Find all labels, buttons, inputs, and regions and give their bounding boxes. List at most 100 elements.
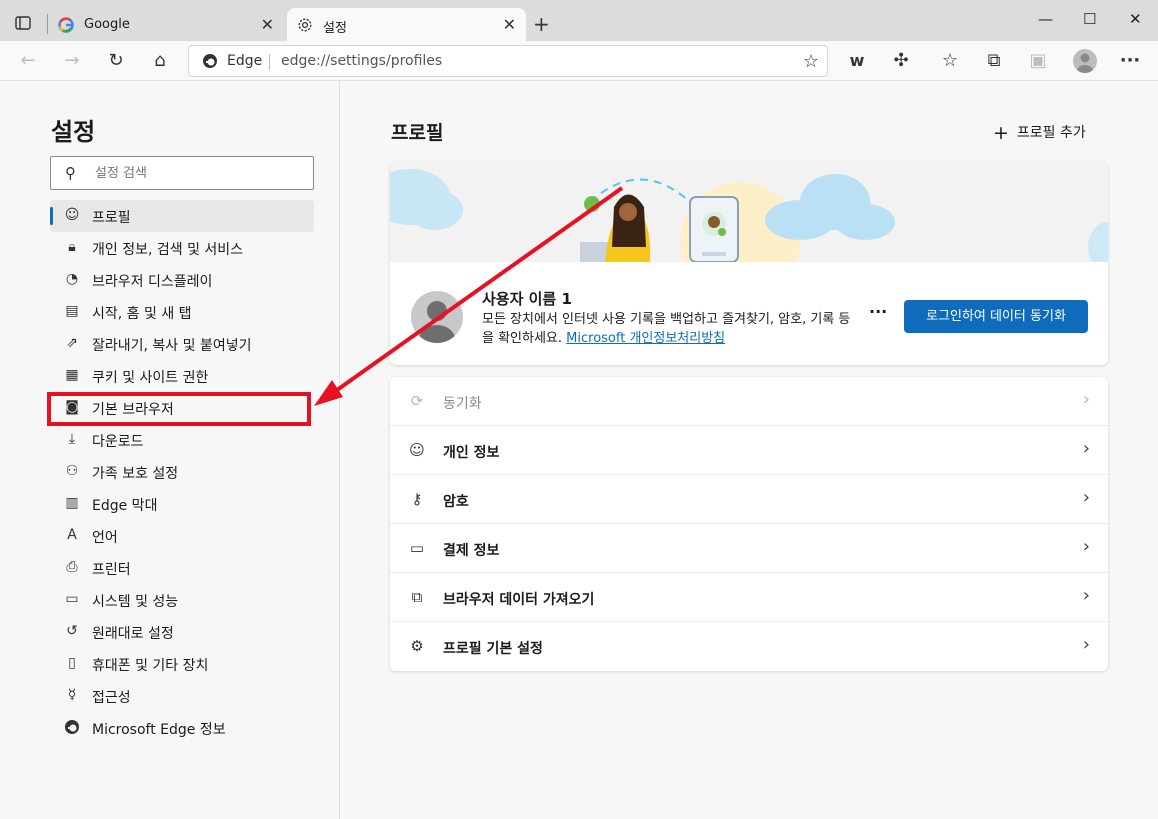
tab-settings[interactable]: 설정 ✕ [287,8,526,41]
profile-banner-illustration [390,162,1108,262]
key-icon: ⚷ [411,490,423,508]
sidebar-item-start[interactable]: ▤ 시작, 홈 및 새 탭 [50,296,314,328]
more-options-icon[interactable]: ··· [869,302,887,321]
edge-logo-icon [64,719,80,735]
chevron-right-icon: › [1082,634,1090,655]
sidebar-item-accessibility[interactable]: ☿ 접근성 [50,680,314,712]
url-text[interactable]: edge://settings/profiles [281,53,442,69]
tab-actions-icon[interactable] [10,12,38,34]
row-label: 브라우저 데이터 가져오기 [443,592,595,608]
profile-sync-icon[interactable]: ▣ [1027,50,1049,72]
page-title: 프로필 [391,122,444,144]
favorites-icon[interactable]: ☆ [939,50,961,72]
sidebar-item-reset[interactable]: ↺ 원래대로 설정 [50,616,314,648]
close-tab-icon[interactable]: ✕ [261,15,274,34]
avatar[interactable] [1073,49,1097,73]
search-input[interactable] [95,163,295,183]
phone-icon: ▯ [68,655,76,671]
profile-avatar [411,291,463,343]
edge-bar-icon: ▥ [65,495,79,511]
sidebar-item-label: Microsoft Edge 정보 [92,722,226,738]
sidebar-item-languages[interactable]: A 언어 [50,520,314,552]
tab-bar: Google ✕ 설정 ✕ + — ☐ ✕ [0,0,1158,41]
profile-card: 사용자 이름 1 모든 장치에서 인터넷 사용 기록을 백업하고 즐겨찾기, 암… [390,162,1108,365]
row-personal-info[interactable]: ☺ 개인 정보 › [390,426,1108,475]
new-tab-icon[interactable]: + [533,12,550,36]
address-label: Edge [227,53,263,69]
profile-icon: ☺ [64,207,80,223]
collections-icon[interactable]: ⧉ [983,50,1005,72]
row-payment-info[interactable]: ▭ 결제 정보 › [390,524,1108,573]
privacy-policy-link[interactable]: Microsoft 개인정보처리방침 [566,331,725,346]
person-card-icon: ☺ [409,441,425,459]
sidebar: 설정 ⚲ ☺ 프로필 🔒︎ 개인 정보, 검색 및 서비스 ◔ 브라우저 디스플레이 … [0,81,340,819]
sidebar-item-label: 쿠키 및 사이트 권한 [92,370,209,386]
minimize-icon[interactable]: — [1038,10,1053,28]
row-label: 결제 정보 [443,543,500,559]
sidebar-item-label: 언어 [92,530,118,546]
close-tab-icon[interactable]: ✕ [503,15,516,34]
sign-in-sync-button[interactable]: 로그인하여 데이터 동기화 [904,300,1088,333]
chevron-right-icon: › [1082,536,1090,557]
import-icon: ⧉ [411,588,423,606]
sidebar-item-profile[interactable]: ☺ 프로필 [50,200,314,232]
sidebar-nav: ☺ 프로필 🔒︎ 개인 정보, 검색 및 서비스 ◔ 브라우저 디스플레이 ▤ 시작, … [50,200,314,744]
tab-google[interactable]: Google ✕ [48,8,284,41]
row-profile-preferences[interactable]: ⚙ 프로필 기본 설정 › [390,622,1108,671]
extensions-icon[interactable]: ✣ [890,50,912,72]
row-sync[interactable]: ⟳ 동기화 › [390,377,1108,426]
sidebar-item-appearance[interactable]: ◔ 브라우저 디스플레이 [50,264,314,296]
sidebar-item-label: 프로필 [92,210,131,226]
chevron-right-icon: › [1082,438,1090,459]
sidebar-item-downloads[interactable]: ⤓ 다운로드 [50,424,314,456]
sidebar-title: 설정 [51,118,96,146]
chevron-right-icon: › [1082,487,1090,508]
sidebar-item-share[interactable]: ⇗ 잘라내기, 복사 및 붙여넣기 [50,328,314,360]
more-icon[interactable]: ··· [1119,50,1141,72]
row-import-data[interactable]: ⧉ 브라우저 데이터 가져오기 › [390,573,1108,622]
sidebar-item-cookies[interactable]: ▦ 쿠키 및 사이트 권한 [50,360,314,392]
add-profile-button[interactable]: + 프로필 추가 [993,120,1086,144]
sidebar-item-system[interactable]: ▭ 시스템 및 성능 [50,584,314,616]
close-window-icon[interactable]: ✕ [1129,10,1142,28]
chevron-right-icon: › [1082,389,1090,410]
sidebar-item-label: 접근성 [92,690,131,706]
maximize-icon[interactable]: ☐ [1083,10,1096,28]
row-label: 동기화 [443,396,482,412]
sidebar-item-family[interactable]: ⚇ 가족 보호 설정 [50,456,314,488]
row-label: 개인 정보 [443,445,500,461]
back-icon[interactable]: ← [17,50,39,72]
row-passwords[interactable]: ⚷ 암호 › [390,475,1108,524]
sidebar-item-label: 시스템 및 성능 [92,594,179,610]
sidebar-item-privacy[interactable]: 🔒︎ 개인 정보, 검색 및 서비스 [50,232,314,264]
search-box[interactable]: ⚲ [50,156,314,190]
profile-settings-list: ⟳ 동기화 › ☺ 개인 정보 › ⚷ 암호 › ▭ 결제 정보 › ⧉ 브라우저 데이터 가져오… [390,377,1108,671]
chevron-right-icon: › [1082,585,1090,606]
edge-logo-icon [202,53,218,69]
refresh-icon[interactable]: ↻ [105,50,127,72]
sync-icon: ⟳ [410,392,424,410]
reset-icon: ↺ [66,623,78,639]
sidebar-item-printers[interactable]: ⎙ 프린터 [50,552,314,584]
google-icon [58,17,74,33]
credit-card-icon: ▭ [409,539,425,557]
palette-icon: ◔ [65,271,79,287]
sidebar-item-phone[interactable]: ▯ 휴대폰 및 기타 장치 [50,648,314,680]
sidebar-item-edge-bar[interactable]: ▥ Edge 막대 [50,488,314,520]
sidebar-item-about[interactable]: Microsoft Edge 정보 [50,712,314,744]
sidebar-item-label: 다운로드 [92,434,144,450]
home-icon[interactable]: ⌂ [149,50,171,72]
family-icon: ⚇ [65,463,79,479]
tab-title: Google [84,17,130,32]
extension-w-icon[interactable]: w [846,50,868,72]
lock-icon: 🔒︎ [68,239,76,255]
address-bar[interactable]: Edge edge://settings/profiles ☆ [188,45,828,77]
profile-description: 모든 장치에서 인터넷 사용 기록을 백업하고 즐겨찾기, 암호, 기록 등을 … [482,310,852,348]
forward-icon[interactable]: → [61,50,83,72]
address-separator [269,54,270,70]
sidebar-item-label: 시작, 홈 및 새 탭 [92,306,192,322]
search-icon: ⚲ [65,164,76,182]
annotation-highlight-box [47,392,311,426]
add-favorite-icon[interactable]: ☆ [803,51,819,72]
laptop-icon: ▭ [65,591,79,607]
